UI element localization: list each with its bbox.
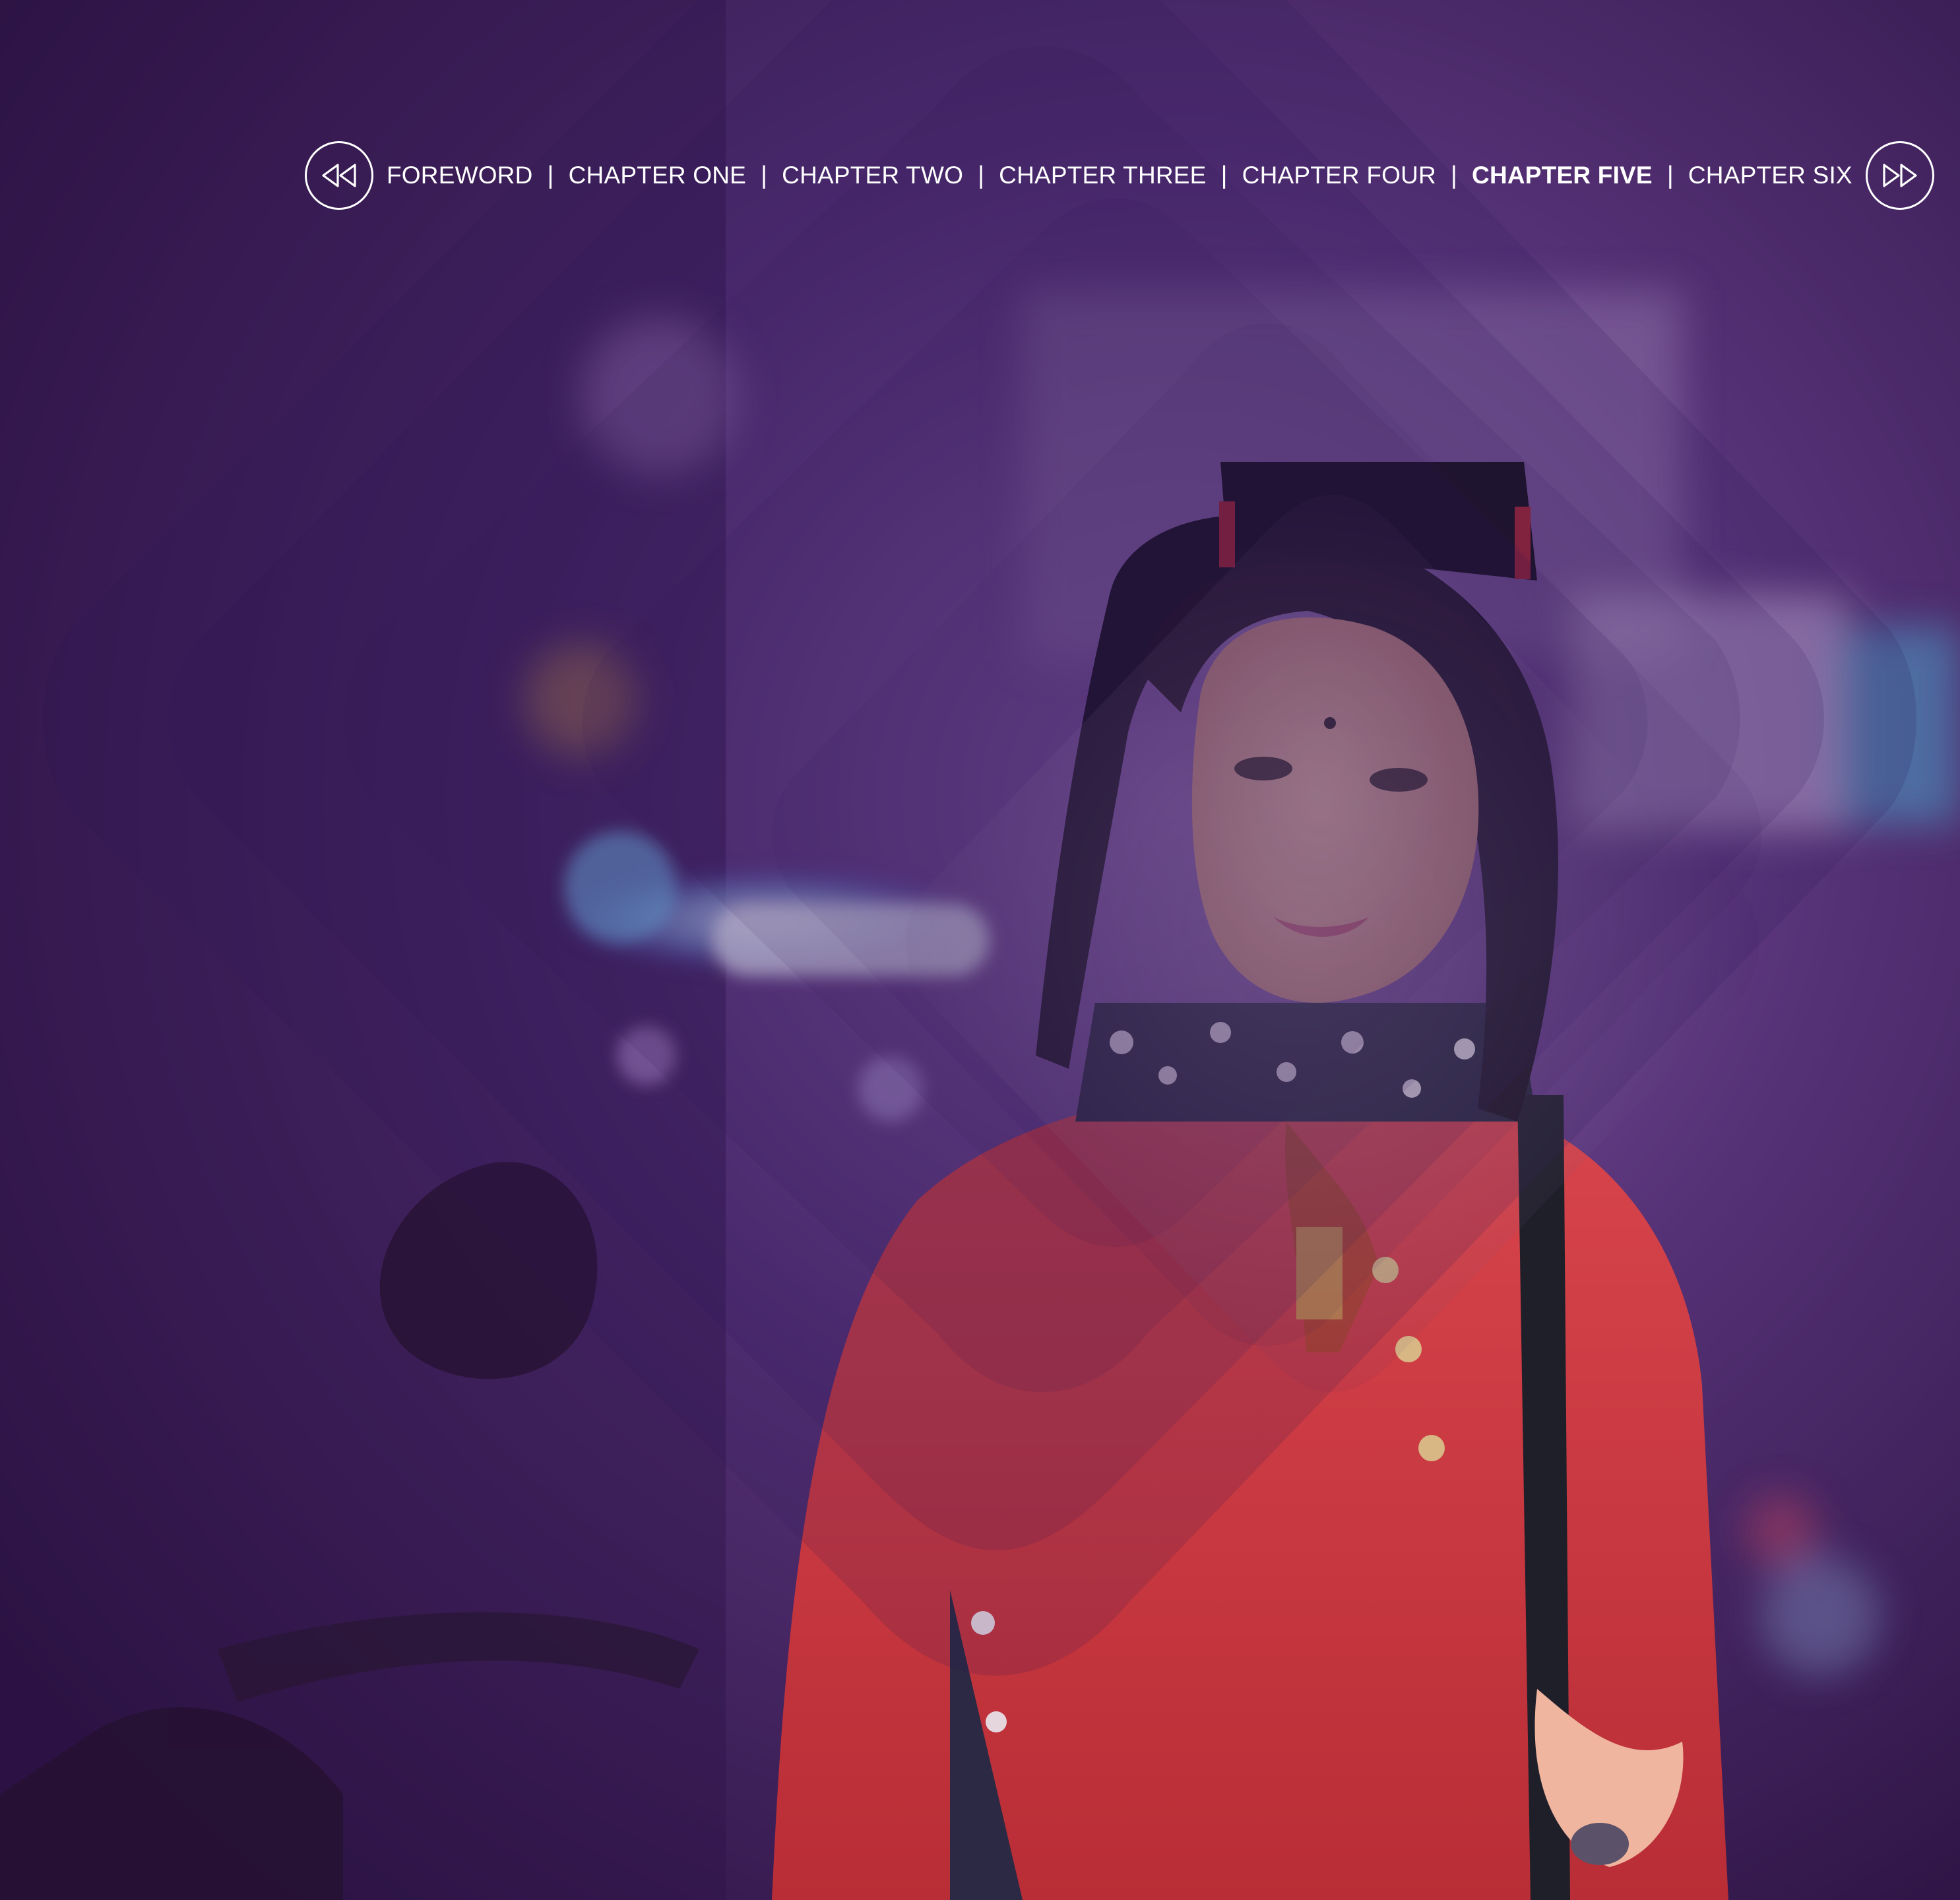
nav-separator: |	[761, 161, 768, 189]
nav-chapter-three[interactable]: CHAPTER THREE	[999, 162, 1206, 189]
nav-separator: |	[978, 161, 985, 189]
nav-chapter-one[interactable]: CHAPTER ONE	[569, 162, 746, 189]
next-button[interactable]	[1865, 141, 1934, 210]
nav-separator: |	[1666, 161, 1674, 189]
rewind-icon	[322, 164, 356, 187]
fast-forward-icon	[1883, 164, 1917, 187]
chapter-page: FOREWORD | CHAPTER ONE | CHAPTER TWO | C…	[0, 0, 1960, 1900]
nav-chapter-four[interactable]: CHAPTER FOUR	[1242, 162, 1436, 189]
nav-separator: |	[1450, 161, 1458, 189]
nav-chapter-five[interactable]: CHAPTER FIVE	[1472, 162, 1653, 189]
hero-photo	[0, 0, 1960, 1900]
nav-separator: |	[547, 161, 554, 189]
nav-chapter-six[interactable]: CHAPTER SIX	[1688, 162, 1852, 189]
nav-chapter-two[interactable]: CHAPTER TWO	[782, 162, 963, 189]
previous-button[interactable]	[305, 141, 373, 210]
chapter-navigation: FOREWORD | CHAPTER ONE | CHAPTER TWO | C…	[305, 140, 1934, 211]
nav-separator: |	[1220, 161, 1228, 189]
nav-foreword[interactable]: FOREWORD	[387, 162, 533, 189]
chapter-links: FOREWORD | CHAPTER ONE | CHAPTER TWO | C…	[387, 162, 1852, 190]
